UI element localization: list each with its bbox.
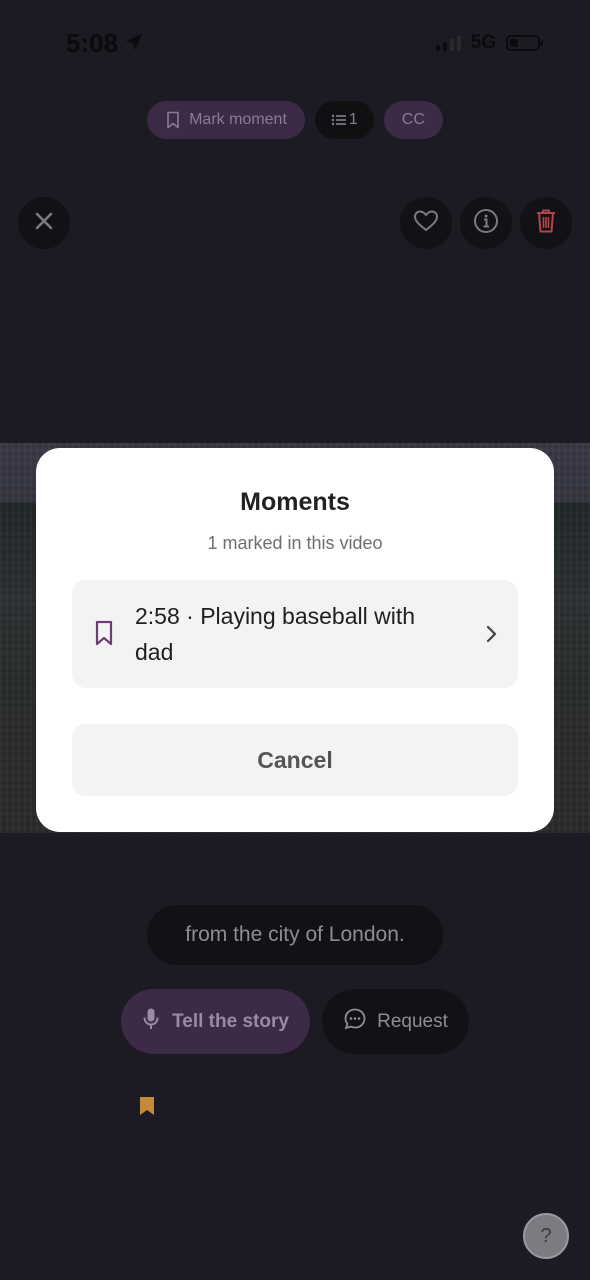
bookmark-icon bbox=[165, 111, 181, 129]
heart-icon bbox=[413, 209, 439, 238]
moments-count: 1 bbox=[348, 111, 358, 128]
battery-icon bbox=[506, 35, 543, 51]
cancel-button[interactable]: Cancel bbox=[72, 724, 518, 796]
info-icon bbox=[473, 208, 499, 239]
trash-icon bbox=[535, 208, 557, 239]
tell-story-label: Tell the story bbox=[172, 1010, 289, 1032]
cc-button[interactable]: CC bbox=[383, 101, 443, 139]
chat-bubble-icon bbox=[343, 1007, 367, 1037]
signal-icon bbox=[435, 35, 461, 51]
favorite-button[interactable] bbox=[400, 197, 452, 249]
network-label: 5G bbox=[470, 32, 496, 53]
list-icon bbox=[331, 113, 347, 127]
location-arrow-icon bbox=[124, 28, 144, 59]
help-button[interactable]: ? bbox=[523, 1213, 569, 1259]
dialog-title: Moments bbox=[240, 488, 350, 516]
moments-list-button[interactable]: 1 bbox=[314, 101, 374, 139]
dialog-subtitle: 1 marked in this video bbox=[207, 533, 383, 553]
screen: 5:08 5G Mark moment 1 CC Moments 1 marke… bbox=[0, 0, 590, 1280]
moment-label: 2:58 · Playing baseball with dad bbox=[135, 603, 415, 665]
request-button[interactable]: Request bbox=[322, 989, 469, 1054]
cc-label: CC bbox=[401, 111, 425, 128]
status-indicators: 5G bbox=[435, 32, 543, 54]
chevron-right-icon bbox=[486, 624, 498, 649]
request-label: Request bbox=[377, 1010, 448, 1032]
timeline-bookmark-icon[interactable] bbox=[139, 1096, 155, 1121]
top-pills: Mark moment 1 CC bbox=[0, 101, 590, 139]
moment-list-item[interactable]: 2:58 · Playing baseball with dad bbox=[72, 580, 518, 688]
status-time: 5:08 bbox=[66, 28, 144, 59]
info-button[interactable] bbox=[460, 197, 512, 249]
mark-moment-label: Mark moment bbox=[189, 111, 287, 128]
delete-button[interactable] bbox=[520, 197, 572, 249]
mark-moment-button[interactable]: Mark moment bbox=[147, 101, 305, 139]
status-time-text: 5:08 bbox=[66, 28, 119, 58]
bookmark-icon bbox=[94, 620, 114, 651]
status-bar: 5:08 5G bbox=[0, 0, 590, 88]
microphone-icon bbox=[142, 1007, 160, 1037]
tell-story-button[interactable]: Tell the story bbox=[121, 989, 310, 1054]
caption-text: from the city of London. bbox=[147, 905, 443, 965]
close-button[interactable] bbox=[18, 197, 70, 249]
close-icon bbox=[34, 211, 54, 236]
